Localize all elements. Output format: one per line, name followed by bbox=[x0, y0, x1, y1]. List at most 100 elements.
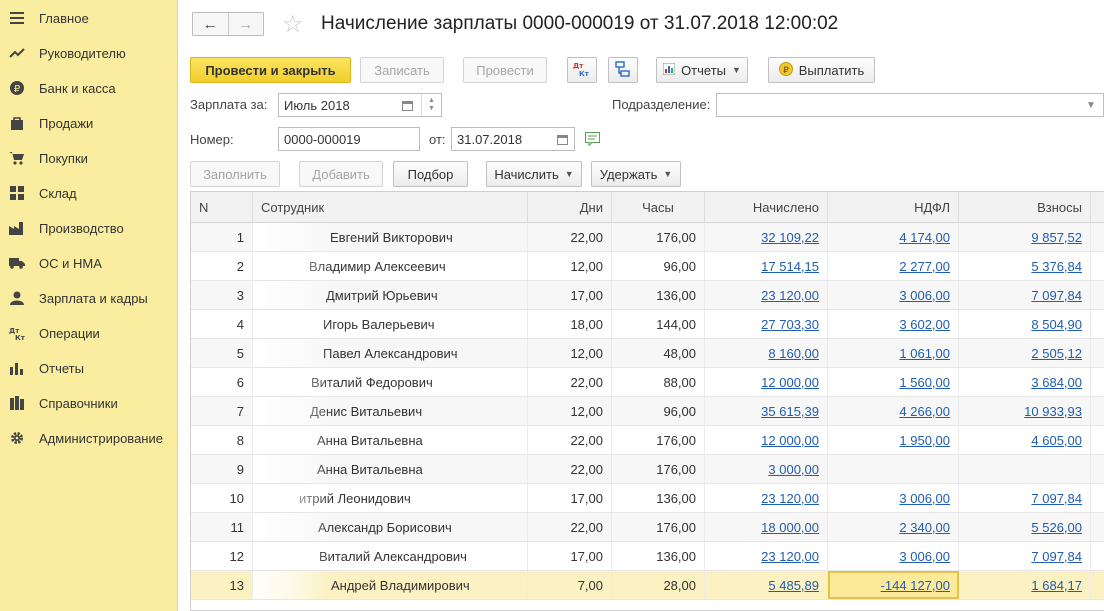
cell-accrued-value[interactable]: 23 120,00 bbox=[761, 288, 819, 303]
cell-contributions-value[interactable]: 7 097,84 bbox=[1031, 549, 1082, 564]
cell-ndfl-value[interactable]: 1 950,00 bbox=[899, 433, 950, 448]
cell-accrued[interactable]: 23 120,00 bbox=[705, 281, 828, 309]
cell-accrued[interactable]: 32 109,22 bbox=[705, 223, 828, 251]
table-row[interactable]: 4 Игорь Валерьевич 18,00 144,00 27 703,30 3 6… bbox=[191, 310, 1104, 339]
cell-contributions[interactable]: 2 505,12 bbox=[959, 339, 1091, 367]
cell-accrued-value[interactable]: 5 485,89 bbox=[768, 578, 819, 593]
cell-contributions[interactable]: 8 504,90 bbox=[959, 310, 1091, 338]
cell-ndfl-value[interactable]: 4 266,00 bbox=[899, 404, 950, 419]
sidebar-item-salary[interactable]: Зарплата и кадры bbox=[0, 283, 178, 313]
cell-accrued-value[interactable]: 35 615,39 bbox=[761, 404, 819, 419]
cell-contributions[interactable]: 1 684,17 bbox=[959, 571, 1091, 599]
back-button[interactable]: ← bbox=[193, 13, 228, 35]
cell-contributions-value[interactable]: 7 097,84 bbox=[1031, 288, 1082, 303]
date-field[interactable]: 31.07.2018 bbox=[451, 127, 575, 151]
table-row[interactable]: 1 Евгений Викторович 22,00 176,00 32 109,22 4… bbox=[191, 223, 1104, 252]
cell-accrued[interactable]: 18 000,00 bbox=[705, 513, 828, 541]
col-n[interactable]: N bbox=[191, 192, 253, 222]
cell-accrued[interactable]: 3 000,00 bbox=[705, 455, 828, 483]
table-row[interactable]: 3 Дмитрий Юрьевич 17,00 136,00 23 120,00 3 00… bbox=[191, 281, 1104, 310]
sidebar-item-main[interactable]: Главное bbox=[0, 3, 178, 33]
withhold-dropdown[interactable]: Удержать ▼ bbox=[591, 161, 681, 187]
sidebar-item-sales[interactable]: Продажи bbox=[0, 108, 178, 138]
col-employee[interactable]: Сотрудник bbox=[253, 192, 528, 222]
salary-period-field[interactable]: Июль 2018 ▲ ▼ bbox=[278, 93, 442, 117]
cell-ndfl[interactable]: 3 006,00 bbox=[828, 281, 959, 309]
cell-contributions[interactable]: 7 097,84 bbox=[959, 484, 1091, 512]
cell-ndfl-value[interactable]: 3 602,00 bbox=[899, 317, 950, 332]
cell-contributions-value[interactable]: 5 376,84 bbox=[1031, 259, 1082, 274]
cell-ndfl[interactable]: 2 277,00 bbox=[828, 252, 959, 280]
cell-ndfl-value[interactable]: 4 174,00 bbox=[899, 230, 950, 245]
table-row[interactable]: 9 Анна Витальевна 22,00 176,00 3 000,00 bbox=[191, 455, 1104, 484]
cell-ndfl[interactable]: 3 602,00 bbox=[828, 310, 959, 338]
period-stepper[interactable]: ▲ ▼ bbox=[421, 94, 441, 116]
sidebar-item-purchases[interactable]: Покупки bbox=[0, 143, 178, 173]
cell-ndfl-value[interactable]: 2 340,00 bbox=[899, 520, 950, 535]
sidebar-item-reports[interactable]: Отчеты bbox=[0, 353, 178, 383]
cell-ndfl[interactable]: 2 340,00 bbox=[828, 513, 959, 541]
cell-contributions[interactable]: 7 097,84 bbox=[959, 542, 1091, 570]
sidebar-item-warehouse[interactable]: Склад bbox=[0, 178, 178, 208]
cell-accrued[interactable]: 23 120,00 bbox=[705, 542, 828, 570]
cell-ndfl-value[interactable]: 1 560,00 bbox=[899, 375, 950, 390]
post-button[interactable]: Провести bbox=[463, 57, 547, 83]
cell-contributions-value[interactable]: 9 857,52 bbox=[1031, 230, 1082, 245]
table-row[interactable]: 2 Владимир Алексеевич 12,00 96,00 17 514,15 2… bbox=[191, 252, 1104, 281]
favorite-star-icon[interactable]: ☆ bbox=[282, 10, 304, 39]
table-row[interactable]: 10 итрий Леонидович 17,00 136,00 23 120,00 3 … bbox=[191, 484, 1104, 513]
cell-contributions-value[interactable]: 1 684,17 bbox=[1031, 578, 1082, 593]
cell-ndfl[interactable]: -144 127,00 bbox=[828, 571, 959, 599]
department-field[interactable]: ▼ bbox=[716, 93, 1104, 117]
col-accrued[interactable]: Начислено bbox=[705, 192, 828, 222]
cell-ndfl[interactable]: 1 061,00 bbox=[828, 339, 959, 367]
cell-accrued[interactable]: 8 160,00 bbox=[705, 339, 828, 367]
cell-ndfl[interactable]: 3 006,00 bbox=[828, 484, 959, 512]
cell-accrued-value[interactable]: 27 703,30 bbox=[761, 317, 819, 332]
cell-ndfl-value[interactable]: 3 006,00 bbox=[899, 549, 950, 564]
cell-accrued-value[interactable]: 17 514,15 bbox=[761, 259, 819, 274]
cell-ndfl-value[interactable]: -144 127,00 bbox=[881, 578, 950, 593]
cell-contributions[interactable]: 4 605,00 bbox=[959, 426, 1091, 454]
cell-contributions-value[interactable]: 7 097,84 bbox=[1031, 491, 1082, 506]
cell-contributions-value[interactable]: 4 605,00 bbox=[1031, 433, 1082, 448]
table-row[interactable]: 7 Денис Витальевич 12,00 96,00 35 615,39 4 26… bbox=[191, 397, 1104, 426]
cell-contributions[interactable]: 5 376,84 bbox=[959, 252, 1091, 280]
cell-contributions[interactable]: 5 526,00 bbox=[959, 513, 1091, 541]
cell-contributions-value[interactable]: 10 933,93 bbox=[1024, 404, 1082, 419]
cell-accrued[interactable]: 27 703,30 bbox=[705, 310, 828, 338]
comment-icon[interactable] bbox=[585, 132, 601, 149]
cell-contributions-value[interactable]: 2 505,12 bbox=[1031, 346, 1082, 361]
pay-button[interactable]: ₽ Выплатить bbox=[768, 57, 875, 83]
sidebar-item-production[interactable]: Производство bbox=[0, 213, 178, 243]
table-row[interactable]: 12 Виталий Александрович 17,00 136,00 23 120… bbox=[191, 542, 1104, 571]
reports-dropdown[interactable]: Отчеты ▼ bbox=[656, 57, 748, 83]
cell-accrued-value[interactable]: 32 109,22 bbox=[761, 230, 819, 245]
cell-ndfl-value[interactable]: 3 006,00 bbox=[899, 288, 950, 303]
cell-contributions[interactable] bbox=[959, 455, 1091, 483]
cell-ndfl[interactable]: 4 266,00 bbox=[828, 397, 959, 425]
sidebar-item-bank[interactable]: ₽ Банк и касса bbox=[0, 73, 178, 103]
sidebar-item-assets[interactable]: ОС и НМА bbox=[0, 248, 178, 278]
cell-accrued[interactable]: 23 120,00 bbox=[705, 484, 828, 512]
cell-ndfl[interactable] bbox=[828, 455, 959, 483]
table-row[interactable]: 8 Анна Витальевна 22,00 176,00 12 000,00 1 95… bbox=[191, 426, 1104, 455]
cell-contributions-value[interactable]: 8 504,90 bbox=[1031, 317, 1082, 332]
save-button[interactable]: Записать bbox=[360, 57, 444, 83]
cell-accrued-value[interactable]: 23 120,00 bbox=[761, 491, 819, 506]
sidebar-item-admin[interactable]: Администрирование bbox=[0, 423, 178, 453]
cell-accrued-value[interactable]: 18 000,00 bbox=[761, 520, 819, 535]
cell-contributions[interactable]: 10 933,93 bbox=[959, 397, 1091, 425]
cell-accrued-value[interactable]: 8 160,00 bbox=[768, 346, 819, 361]
fill-button[interactable]: Заполнить bbox=[190, 161, 280, 187]
cell-accrued-value[interactable]: 12 000,00 bbox=[761, 433, 819, 448]
cell-accrued[interactable]: 35 615,39 bbox=[705, 397, 828, 425]
post-and-close-button[interactable]: Провести и закрыть bbox=[190, 57, 351, 83]
chevron-down-icon[interactable]: ▼ bbox=[1081, 94, 1101, 116]
cell-accrued[interactable]: 5 485,89 bbox=[705, 571, 828, 599]
cell-contributions-value[interactable]: 5 526,00 bbox=[1031, 520, 1082, 535]
col-days[interactable]: Дни bbox=[528, 192, 612, 222]
col-ndfl[interactable]: НДФЛ bbox=[828, 192, 959, 222]
cell-ndfl-value[interactable]: 1 061,00 bbox=[899, 346, 950, 361]
cell-contributions[interactable]: 3 684,00 bbox=[959, 368, 1091, 396]
